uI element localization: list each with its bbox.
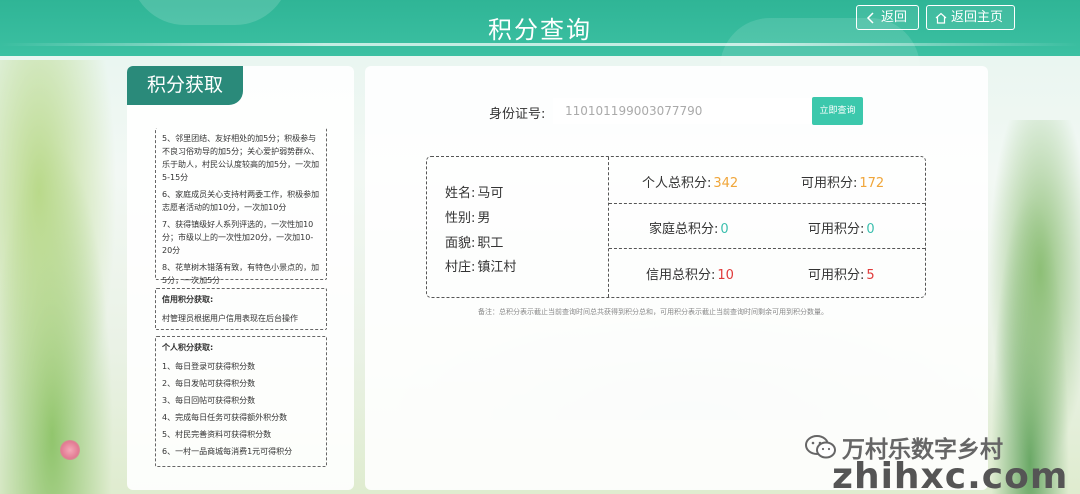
personal-available-label: 可用积分: <box>801 176 858 191</box>
credit-rules-title: 信用积分获取: <box>162 295 214 304</box>
id-number-input[interactable] <box>553 98 815 124</box>
family-available-score: 可用积分: 0 <box>808 218 875 237</box>
personal-available-value: 172 <box>859 176 885 191</box>
appearance-value: 职工 <box>477 236 504 251</box>
person-appearance-row: 面貌: 职工 <box>443 232 503 251</box>
personal-rules-box: 个人积分获取: 1、每日登录可获得积分数 2、每日发帖可获得积分数 3、每日回帖… <box>155 336 327 467</box>
personal-total-value: 342 <box>713 176 739 191</box>
village-value: 镇江村 <box>477 260 517 275</box>
query-button[interactable]: 立即查询 <box>812 97 863 125</box>
back-button[interactable]: 返回 <box>856 5 919 30</box>
personal-total-score: 个人总积分: 342 <box>642 172 738 191</box>
family-available-label: 可用积分: <box>808 222 865 237</box>
remarks-note: 备注：总积分表示截止当前查询时间总共获得到积分总和，可用积分表示截止当前查询时间… <box>478 308 828 316</box>
home-icon <box>935 12 947 24</box>
rule-item: 5、邻里团结、友好相处的加5分；积极参与不良习俗劝导的加5分；关心爱护弱势群众、… <box>162 134 320 182</box>
points-rules-title: 积分获取 <box>127 66 243 105</box>
rule-item: 8、花草树木错落有致，有特色小景点的，加5分，一次加5分 <box>162 263 320 285</box>
background-tree-left <box>0 60 130 494</box>
chevron-left-icon <box>866 11 874 24</box>
credit-rules-box: 信用积分获取: 村管理员根据用户信用表现在后台操作 <box>155 288 327 330</box>
person-village-row: 村庄: 镇江村 <box>443 256 516 275</box>
personal-rule-item: 3、每日回帖可获得积分数 <box>162 396 256 405</box>
village-label: 村庄: <box>445 260 476 275</box>
credit-available-score: 可用积分: 5 <box>808 264 875 283</box>
gender-label: 性别: <box>445 211 476 226</box>
credit-rules-text: 村管理员根据用户信用表现在后台操作 <box>162 314 298 323</box>
family-total-label: 家庭总积分: <box>649 222 719 237</box>
watermark: 万村乐数字乡村 zhihxc.com <box>800 428 1080 494</box>
personal-rule-item: 1、每日登录可获得积分数 <box>162 362 256 371</box>
card-divider <box>609 203 925 204</box>
personal-rule-item: 6、一村一品商城每消费1元可得积分 <box>162 447 293 456</box>
gender-value: 男 <box>477 211 491 226</box>
family-total-score: 家庭总积分: 0 <box>649 218 729 237</box>
card-divider <box>609 248 925 249</box>
person-name-row: 姓名: 马可 <box>443 182 503 201</box>
family-available-value: 0 <box>866 222 875 237</box>
rule-item: 6、家庭成员关心支持村两委工作，积极参加志愿者活动的加10分，一次加10分 <box>162 190 320 212</box>
person-gender-row: 性别: 男 <box>443 207 490 226</box>
card-divider <box>608 157 609 297</box>
back-button-label: 返回 <box>881 10 908 25</box>
name-value: 马可 <box>477 186 504 201</box>
personal-rule-item: 5、村民完善资料可获得积分数 <box>162 430 272 439</box>
personal-rule-item: 4、完成每日任务可获得额外积分数 <box>162 413 288 422</box>
home-button[interactable]: 返回主页 <box>926 5 1015 30</box>
id-number-label: 身份证号: <box>489 107 546 122</box>
personal-rule-item: 2、每日发帖可获得积分数 <box>162 379 256 388</box>
name-label: 姓名: <box>445 186 476 201</box>
credit-available-value: 5 <box>866 268 875 283</box>
personal-total-label: 个人总积分: <box>642 176 712 191</box>
credit-total-score: 信用总积分: 10 <box>646 264 734 283</box>
personal-rules-title: 个人积分获取: <box>162 343 214 352</box>
watermark-domain: zhihxc.com <box>832 456 1069 494</box>
home-button-label: 返回主页 <box>951 10 1004 25</box>
flower-decoration <box>60 440 80 460</box>
credit-available-label: 可用积分: <box>808 268 865 283</box>
credit-total-value: 10 <box>717 268 734 283</box>
personal-available-score: 可用积分: 172 <box>801 172 884 191</box>
rule-item: 7、获得镇级好人系列评选的，一次性加10分；市级以上的一次性加20分，一次加10… <box>162 220 314 255</box>
rules-list-box[interactable]: 5、邻里团结、友好相处的加5分；积极参与不良习俗劝导的加5分；关心爱护弱势群众、… <box>155 128 327 285</box>
credit-total-label: 信用总积分: <box>646 268 716 283</box>
appearance-label: 面貌: <box>445 236 476 251</box>
family-total-value: 0 <box>720 222 729 237</box>
